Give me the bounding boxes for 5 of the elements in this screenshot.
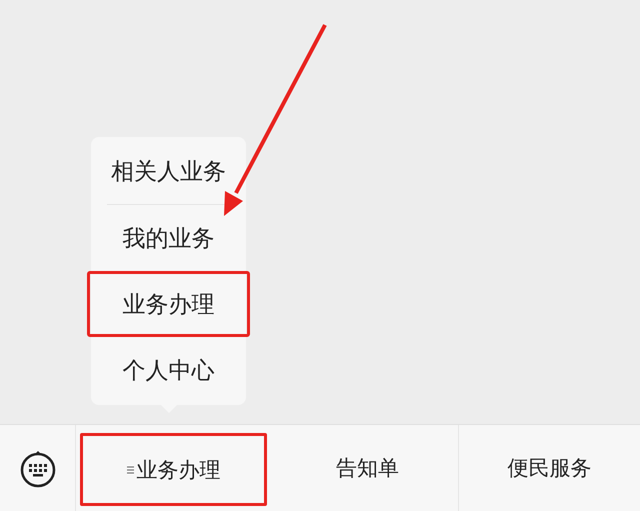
menu-tab[interactable]: 业务办理 — [80, 433, 267, 506]
menu-item[interactable]: 个人中心 — [87, 337, 250, 403]
menu-icon — [126, 466, 134, 474]
menu-item[interactable]: 我的业务 — [87, 205, 250, 271]
menu-item[interactable]: 业务办理 — [87, 271, 250, 337]
